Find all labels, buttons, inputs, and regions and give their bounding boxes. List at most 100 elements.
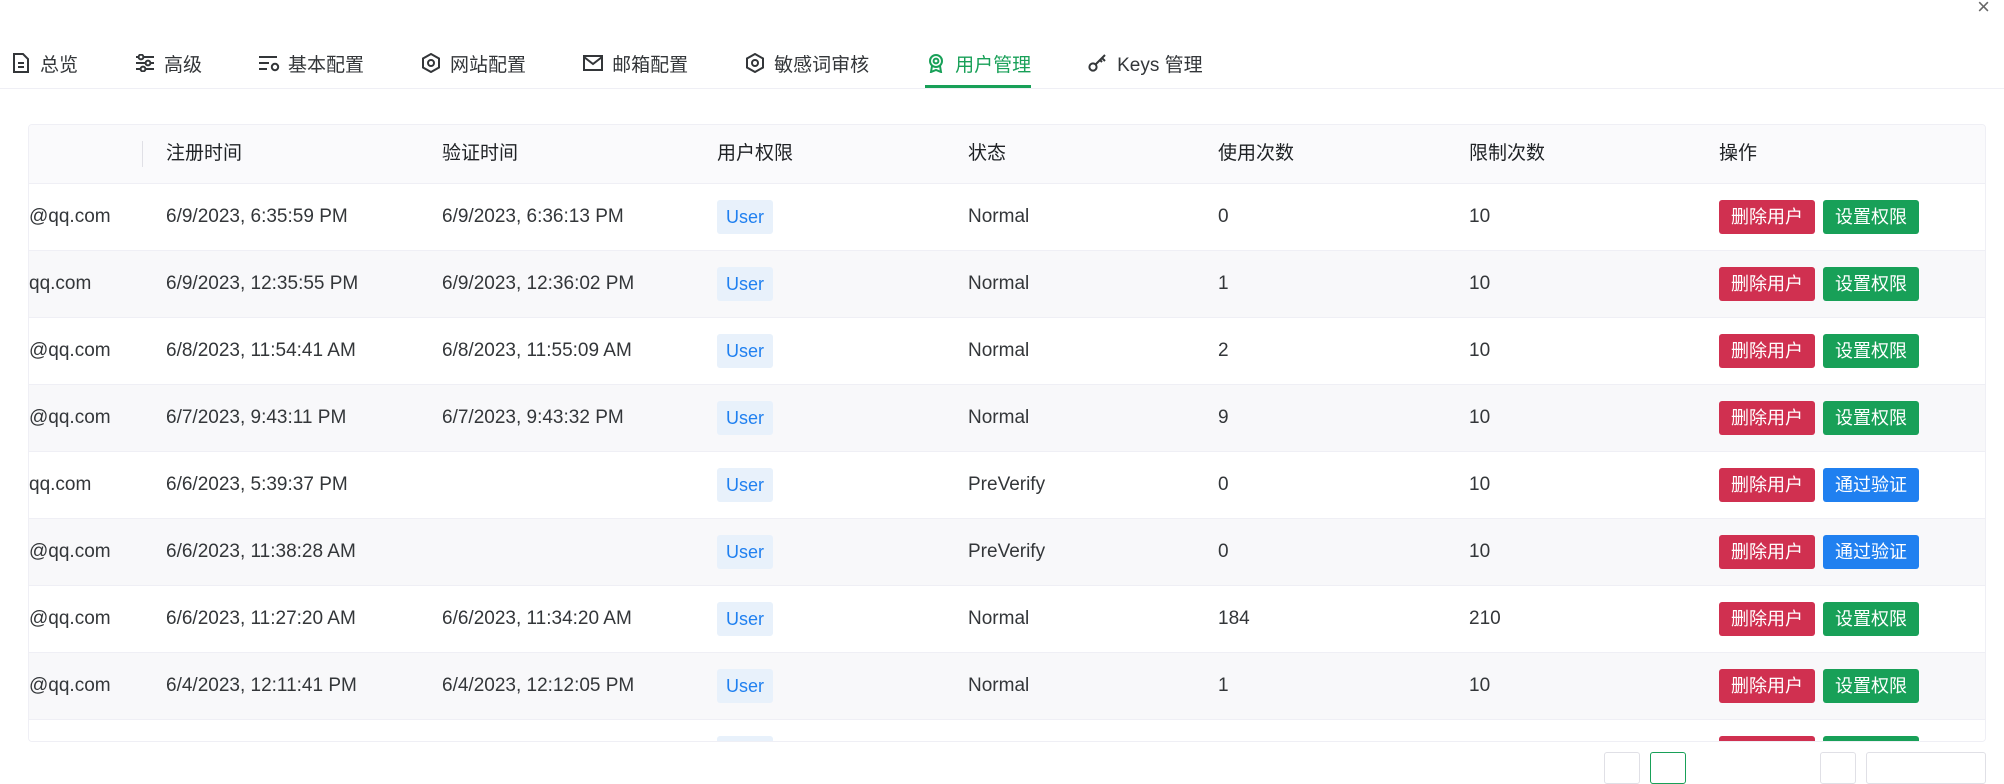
email-cell: qq.com bbox=[29, 474, 92, 495]
verified-time-cell: 6/9/2023, 12:36:02 PM bbox=[442, 273, 635, 294]
tab-label: 高级 bbox=[164, 54, 203, 76]
registered-time-cell: 6/9/2023, 6:35:59 PM bbox=[166, 206, 348, 227]
set-permission-button[interactable]: 设置权限 bbox=[1823, 736, 1919, 741]
actions-cell: 删除用户 通过验证 bbox=[1719, 519, 1919, 585]
table-row: @qq.com 6/8/2023, 11:54:41 AM 6/8/2023, 11… bbox=[29, 318, 1985, 385]
status-cell: PreVerify bbox=[968, 541, 1046, 562]
role-tag: User bbox=[717, 602, 774, 636]
role-tag: User bbox=[717, 200, 774, 234]
verified-time-cell: 6/6/2023, 11:34:20 AM bbox=[442, 608, 632, 629]
limit-count-cell: 210 bbox=[1469, 608, 1501, 629]
table-row: User 删除用户 设置权限 bbox=[29, 720, 1985, 741]
approve-verification-button[interactable]: 通过验证 bbox=[1823, 468, 1919, 502]
delete-user-button[interactable]: 删除用户 bbox=[1719, 267, 1815, 301]
role-tag: User bbox=[717, 535, 774, 569]
role-tag: User bbox=[717, 468, 774, 502]
tab-bar: 总览 高级 基本配置 网站配置 邮箱配置 敏感词审核 用户管理 Keys 管理 bbox=[0, 42, 2004, 89]
verified-time-cell: 6/9/2023, 6:36:13 PM bbox=[442, 206, 624, 227]
registered-time-cell: 6/9/2023, 12:35:55 PM bbox=[166, 273, 359, 294]
header-verified: 验证时间 bbox=[442, 143, 519, 164]
table-body: @qq.com 6/9/2023, 6:35:59 PM 6/9/2023, 6:3… bbox=[29, 184, 1985, 741]
delete-user-button[interactable]: 删除用户 bbox=[1719, 602, 1815, 636]
table-row: @qq.com 6/9/2023, 6:35:59 PM 6/9/2023, 6:3… bbox=[29, 184, 1985, 251]
registered-time-cell: 6/7/2023, 9:43:11 PM bbox=[166, 407, 347, 428]
user-table: 注册时间 验证时间 用户权限 状态 使用次数 限制次数 操作 @qq.com 6/… bbox=[28, 124, 1986, 742]
set-permission-button[interactable]: 设置权限 bbox=[1823, 602, 1919, 636]
role-cell: User bbox=[717, 452, 774, 518]
used-count-cell: 9 bbox=[1218, 407, 1229, 428]
close-icon[interactable]: × bbox=[1977, 0, 1990, 20]
role-tag: User bbox=[717, 334, 774, 368]
used-count-cell: 0 bbox=[1218, 206, 1229, 227]
sliders-icon bbox=[134, 52, 156, 74]
tab-label: 邮箱配置 bbox=[612, 54, 689, 76]
actions-cell: 删除用户设置权限 bbox=[1719, 318, 1919, 384]
used-count-cell: 0 bbox=[1218, 474, 1229, 495]
actions-cell: 删除用户设置权限 bbox=[1719, 251, 1919, 317]
tab-label: 用户管理 bbox=[955, 54, 1032, 76]
email-cell: qq.com bbox=[29, 273, 92, 294]
key-icon bbox=[1087, 52, 1109, 74]
header-actions: 操作 bbox=[1719, 143, 1758, 164]
header-role: 用户权限 bbox=[717, 143, 794, 164]
limit-count-cell: 10 bbox=[1469, 340, 1491, 361]
tab-3[interactable]: 网站配置 bbox=[410, 42, 526, 84]
status-cell: Normal bbox=[968, 608, 1030, 629]
set-permission-button[interactable]: 设置权限 bbox=[1823, 401, 1919, 435]
role-cell: User bbox=[717, 385, 774, 451]
delete-user-button[interactable]: 删除用户 bbox=[1719, 535, 1815, 569]
header-limit: 限制次数 bbox=[1469, 143, 1546, 164]
tab-7[interactable]: Keys 管理 bbox=[1077, 42, 1203, 84]
role-cell: User bbox=[717, 720, 774, 741]
used-count-cell: 2 bbox=[1218, 340, 1229, 361]
set-permission-button[interactable]: 设置权限 bbox=[1823, 669, 1919, 703]
tab-1[interactable]: 高级 bbox=[124, 42, 202, 84]
set-permission-button[interactable]: 设置权限 bbox=[1823, 334, 1919, 368]
registered-time-cell: 6/6/2023, 11:38:28 AM bbox=[166, 541, 356, 562]
used-count-cell: 184 bbox=[1218, 608, 1250, 629]
role-tag: User bbox=[717, 267, 774, 301]
delete-user-button[interactable]: 删除用户 bbox=[1719, 200, 1815, 234]
registered-time-cell: 6/8/2023, 11:54:41 AM bbox=[166, 340, 356, 361]
delete-user-button[interactable]: 删除用户 bbox=[1719, 669, 1815, 703]
actions-cell: 删除用户设置权限 bbox=[1719, 586, 1919, 652]
tab-2[interactable]: 基本配置 bbox=[248, 42, 364, 84]
table-row: qq.com 6/9/2023, 12:35:55 PM 6/9/2023, 12:… bbox=[29, 251, 1985, 318]
limit-count-cell: 10 bbox=[1469, 206, 1491, 227]
status-cell: PreVerify bbox=[968, 474, 1046, 495]
email-cell: @qq.com bbox=[29, 206, 111, 227]
status-cell: Normal bbox=[968, 206, 1030, 227]
role-cell: User bbox=[717, 184, 774, 250]
role-tag: User bbox=[717, 401, 774, 435]
email-cell: @qq.com bbox=[29, 608, 111, 629]
delete-user-button[interactable]: 删除用户 bbox=[1719, 401, 1815, 435]
limit-count-cell: 10 bbox=[1469, 273, 1491, 294]
verified-time-cell: 6/8/2023, 11:55:09 AM bbox=[442, 340, 632, 361]
tab-6[interactable]: 用户管理 bbox=[915, 42, 1032, 88]
email-cell: @qq.com bbox=[29, 675, 111, 696]
tab-label: 网站配置 bbox=[450, 54, 527, 76]
set-permission-button[interactable]: 设置权限 bbox=[1823, 267, 1919, 301]
delete-user-button[interactable]: 删除用户 bbox=[1719, 736, 1815, 741]
status-cell: Normal bbox=[968, 407, 1030, 428]
actions-cell: 删除用户设置权限 bbox=[1719, 184, 1919, 250]
verified-time-cell: 6/7/2023, 9:43:32 PM bbox=[442, 407, 624, 428]
tab-0[interactable]: 总览 bbox=[0, 42, 78, 84]
user-badge-icon bbox=[925, 52, 947, 74]
approve-verification-button[interactable]: 通过验证 bbox=[1823, 535, 1919, 569]
document-icon bbox=[10, 52, 32, 74]
delete-user-button[interactable]: 删除用户 bbox=[1719, 334, 1815, 368]
status-cell: Normal bbox=[968, 273, 1030, 294]
registered-time-cell: 6/4/2023, 12:11:41 PM bbox=[166, 675, 357, 696]
table-row: @qq.com 6/7/2023, 9:43:11 PM 6/7/2023, 9:4… bbox=[29, 385, 1985, 452]
status-cell: Normal bbox=[968, 675, 1030, 696]
actions-cell: 删除用户设置权限 bbox=[1719, 385, 1919, 451]
role-cell: User bbox=[717, 586, 774, 652]
tab-5[interactable]: 敏感词审核 bbox=[734, 42, 869, 84]
verified-time-cell: 6/4/2023, 12:12:05 PM bbox=[442, 675, 635, 696]
column-resize-handle[interactable] bbox=[142, 141, 143, 167]
delete-user-button[interactable]: 删除用户 bbox=[1719, 468, 1815, 502]
tab-4[interactable]: 邮箱配置 bbox=[572, 42, 688, 84]
set-permission-button[interactable]: 设置权限 bbox=[1823, 200, 1919, 234]
tab-label: 总览 bbox=[40, 54, 79, 76]
